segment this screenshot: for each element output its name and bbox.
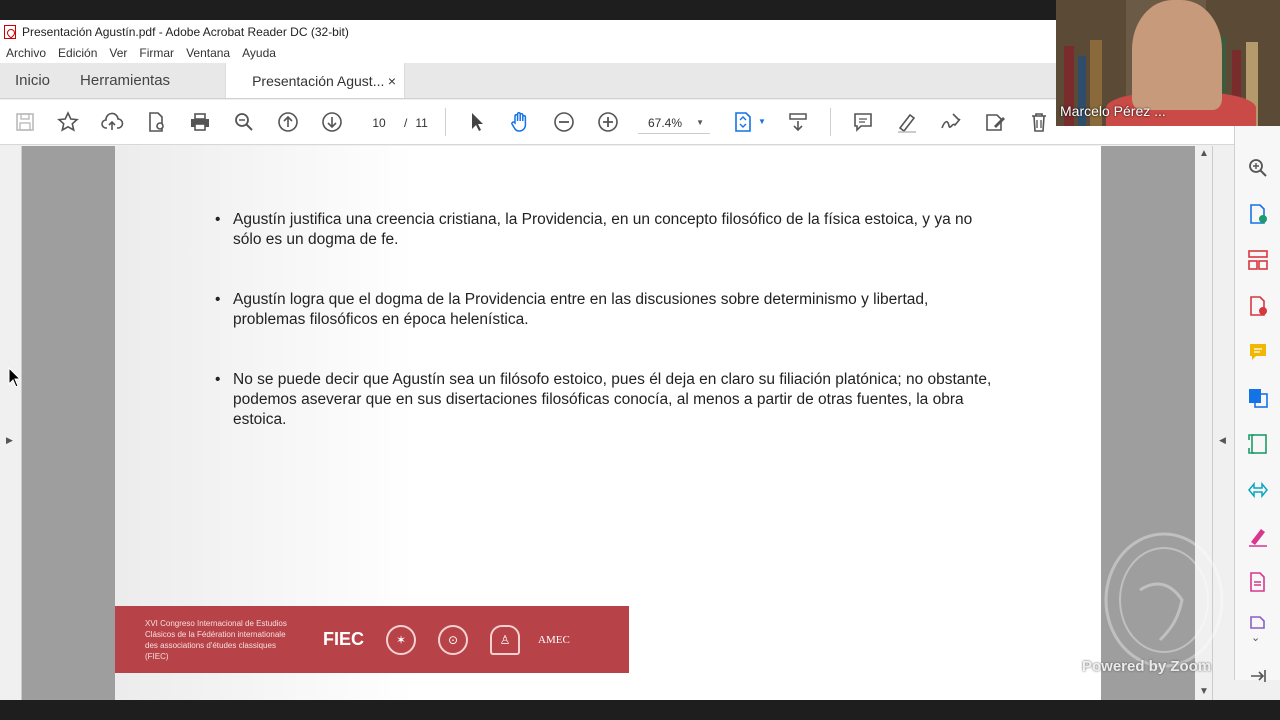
print-icon[interactable] [187, 109, 213, 135]
tab-herramientas[interactable]: Herramientas [65, 63, 185, 98]
participant-name: Marcelo Pérez ... [1060, 103, 1166, 119]
select-pointer-icon[interactable] [464, 109, 490, 135]
bullet-list: Agustín justifica una creencia cristiana… [215, 210, 995, 470]
congress-banner: XVI Congreso Internacional de Estudios C… [115, 606, 629, 673]
star-icon[interactable] [55, 109, 81, 135]
amec-logo: AMEC [538, 633, 570, 646]
export-pdf-icon[interactable] [1246, 202, 1270, 226]
pdf-file-icon [4, 24, 16, 39]
menu-firmar[interactable]: Firmar [133, 46, 180, 60]
menu-edicion[interactable]: Edición [52, 46, 103, 60]
tab-inicio[interactable]: Inicio [0, 63, 65, 98]
participant-video[interactable]: Marcelo Pérez ... [1056, 0, 1280, 126]
toolbar-divider [830, 108, 831, 136]
tab-document[interactable]: Presentación Agust... × [225, 63, 406, 98]
page-navigator: 10 / 11 [362, 112, 428, 134]
menu-ventana[interactable]: Ventana [180, 46, 236, 60]
edit-document-icon[interactable] [982, 109, 1008, 135]
zoom-search-icon[interactable] [231, 109, 257, 135]
toolbar-divider [445, 108, 446, 136]
participant-face [1132, 0, 1222, 110]
zoom-out-icon[interactable] [551, 109, 577, 135]
organize-pages-icon[interactable] [1246, 248, 1270, 272]
fit-page-icon[interactable] [730, 109, 756, 135]
unam-seal-logo: ✶ [386, 624, 417, 655]
pdf-page: Agustín justifica una creencia cristiana… [115, 146, 1101, 700]
sign-icon[interactable] [938, 109, 964, 135]
menu-ayuda[interactable]: Ayuda [236, 46, 282, 60]
collapse-right-panel-icon[interactable]: ◀ [1219, 435, 1226, 446]
screen-bottom-bar [0, 700, 1280, 720]
tab-document-label: Presentación Agust... [252, 72, 385, 89]
zoom-watermark: Powered by Zoom [1082, 658, 1212, 675]
fill-sign-icon[interactable] [1246, 524, 1270, 548]
page-separator: / [404, 116, 408, 130]
protect-pdf-icon[interactable] [1246, 570, 1270, 594]
chevron-down-icon: ▼ [696, 118, 704, 127]
zoom-in-icon[interactable] [595, 109, 621, 135]
bullet-item: Agustín justifica una creencia cristiana… [215, 210, 995, 250]
combine-files-icon[interactable] [1246, 386, 1270, 410]
close-tab-icon[interactable]: × [388, 73, 396, 89]
current-page-input[interactable]: 10 [362, 116, 396, 130]
search-zoom-icon[interactable] [1246, 156, 1270, 180]
window-title: Presentación Agustín.pdf - Adobe Acrobat… [22, 24, 349, 39]
document-viewport: ▶ Agustín justifica una creencia cristia… [0, 146, 1234, 700]
zoom-level-value: 67.4% [648, 115, 683, 130]
banner-text: XVI Congreso Internacional de Estudios C… [145, 618, 287, 661]
hand-tool-icon[interactable] [507, 109, 533, 135]
fit-dropdown-chevron-icon[interactable]: ▼ [758, 117, 766, 126]
zoom-level-select[interactable]: 67.4% ▼ [638, 112, 710, 134]
highlight-pen-icon[interactable] [894, 109, 920, 135]
menu-archivo[interactable]: Archivo [0, 46, 52, 60]
scroll-up-arrow-icon[interactable]: ▲ [1199, 148, 1209, 159]
left-panel-strip[interactable]: ▶ [0, 146, 22, 700]
expand-left-panel-icon[interactable]: ▶ [6, 435, 13, 446]
scan-ocr-icon[interactable] [1246, 432, 1270, 456]
mouse-cursor-icon [8, 367, 22, 388]
total-pages: 11 [415, 116, 428, 130]
next-page-icon[interactable] [319, 109, 345, 135]
tools-sidebar: ⌄ [1234, 126, 1280, 682]
file-search-icon[interactable] [143, 109, 169, 135]
save-icon[interactable] [12, 109, 38, 135]
unam-seal-watermark [1100, 520, 1228, 670]
delete-icon[interactable] [1026, 109, 1052, 135]
create-pdf-icon[interactable] [1246, 294, 1270, 318]
bullet-item: No se puede decir que Agustín sea un fil… [215, 370, 995, 430]
athena-logo: ♙ [490, 624, 521, 655]
fiec-logo: FIEC [323, 629, 365, 649]
bullet-item: Agustín logra que el dogma de la Provide… [215, 290, 995, 330]
scroll-mode-icon[interactable] [785, 109, 811, 135]
filologicas-logo: ⊙ [438, 624, 469, 655]
send-for-review-icon[interactable] [1246, 478, 1270, 502]
scroll-down-arrow-icon[interactable]: ▼ [1199, 686, 1209, 697]
sidebar-chevron-down-icon[interactable]: ⌄ [1251, 631, 1260, 644]
upload-cloud-icon[interactable] [99, 109, 125, 135]
menu-ver[interactable]: Ver [103, 46, 133, 60]
collapse-sidebar-icon[interactable] [1246, 664, 1270, 688]
comment-sidebar-icon[interactable] [1246, 340, 1270, 364]
prev-page-icon[interactable] [275, 109, 301, 135]
comment-icon[interactable] [850, 109, 876, 135]
